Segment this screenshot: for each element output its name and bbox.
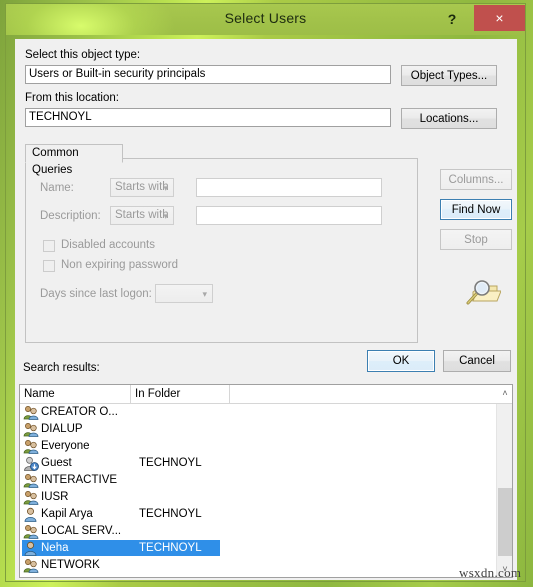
row-name: Kapil Arya xyxy=(41,508,93,520)
column-header-name[interactable]: Name xyxy=(20,385,131,403)
columns-button[interactable]: Columns... xyxy=(440,169,512,190)
description-operator-value: Starts with xyxy=(115,209,169,221)
search-results-label: Search results: xyxy=(23,362,100,374)
name-label: Name: xyxy=(40,182,74,194)
description-operator-select[interactable]: Starts with ▾ xyxy=(110,206,174,225)
scrollbar-thumb[interactable] xyxy=(498,488,512,556)
non-expiring-password-label: Non expiring password xyxy=(61,259,178,271)
chevron-down-icon: ▾ xyxy=(202,289,207,299)
table-row[interactable]: Kapil Arya TECHNOYL xyxy=(20,506,497,523)
row-name: LOCAL SERV... xyxy=(41,525,122,537)
list-header-row: Name In Folder xyxy=(20,385,512,404)
table-row[interactable]: IUSR xyxy=(20,489,497,506)
scroll-up-arrow[interactable]: ˄ xyxy=(497,385,512,401)
days-since-logon-label: Days since last logon: xyxy=(40,288,152,300)
stop-button[interactable]: Stop xyxy=(440,229,512,250)
table-row[interactable]: DIALUP xyxy=(20,421,497,438)
group-icon xyxy=(23,439,39,454)
ok-button[interactable]: OK xyxy=(367,350,435,372)
row-in-folder: TECHNOYL xyxy=(139,542,202,554)
name-value-input[interactable] xyxy=(196,178,382,197)
object-type-label: Select this object type: xyxy=(25,49,141,61)
table-row[interactable]: Everyone xyxy=(20,438,497,455)
table-row[interactable]: CREATOR O... xyxy=(20,404,497,421)
search-folder-icon xyxy=(461,276,502,310)
group-icon xyxy=(23,405,39,420)
table-row[interactable]: NETWORK xyxy=(20,557,497,574)
chevron-down-icon: ▾ xyxy=(163,211,168,221)
row-in-folder: TECHNOYL xyxy=(139,457,202,469)
tab-common-queries[interactable]: Common Queries xyxy=(25,144,123,176)
find-now-button[interactable]: Find Now xyxy=(440,199,512,220)
description-value-input[interactable] xyxy=(196,206,382,225)
location-input[interactable]: TECHNOYL xyxy=(25,108,391,127)
list-rows: CREATOR O... DIALUP Everyone Guest TECHNOYL I… xyxy=(20,404,497,574)
column-header-blank[interactable] xyxy=(230,385,497,403)
object-types-button[interactable]: Object Types... xyxy=(401,65,497,86)
table-row[interactable]: INTERACTIVE xyxy=(20,472,497,489)
group-icon xyxy=(23,422,39,437)
description-label: Description: xyxy=(40,210,101,222)
watermark: wsxdn.com xyxy=(459,565,522,580)
group-icon xyxy=(23,473,39,488)
location-label: From this location: xyxy=(25,92,119,104)
user-icon xyxy=(23,507,39,522)
row-name: CREATOR O... xyxy=(41,406,118,418)
name-operator-value: Starts with xyxy=(115,181,169,193)
disabled-accounts-checkbox[interactable] xyxy=(43,240,55,252)
group-icon xyxy=(23,524,39,539)
select-users-dialog: Select Users ? × Select this object type… xyxy=(5,3,526,582)
table-row[interactable]: Guest TECHNOYL xyxy=(20,455,497,472)
name-operator-select[interactable]: Starts with ▾ xyxy=(110,178,174,197)
table-row[interactable]: LOCAL SERV... xyxy=(20,523,497,540)
chevron-down-icon: ▾ xyxy=(163,183,168,193)
disabled-accounts-label: Disabled accounts xyxy=(61,239,155,251)
group-icon xyxy=(23,490,39,505)
row-name: IUSR xyxy=(41,491,69,503)
non-expiring-password-checkbox[interactable] xyxy=(43,260,55,272)
user-disabled-icon xyxy=(23,456,39,471)
object-type-input[interactable]: Users or Built-in security principals xyxy=(25,65,391,84)
cancel-button[interactable]: Cancel xyxy=(443,350,511,372)
row-name: Neha xyxy=(41,542,69,554)
group-icon xyxy=(23,558,39,573)
title-bar: Select Users ? × xyxy=(6,4,525,35)
column-header-in-folder[interactable]: In Folder xyxy=(131,385,230,403)
dialog-body: Select this object type: Users or Built-… xyxy=(15,39,517,580)
table-row[interactable]: Neha TECHNOYL xyxy=(20,540,497,557)
vertical-scrollbar[interactable]: ˄ ˅ xyxy=(496,388,512,577)
close-button[interactable]: × xyxy=(474,5,525,31)
row-name: INTERACTIVE xyxy=(41,474,118,486)
row-name: Guest xyxy=(41,457,72,469)
locations-button[interactable]: Locations... xyxy=(401,108,497,129)
help-button[interactable]: ? xyxy=(441,8,463,30)
row-name: Everyone xyxy=(41,440,90,452)
row-name: DIALUP xyxy=(41,423,83,435)
row-in-folder: TECHNOYL xyxy=(139,508,202,520)
row-name: NETWORK xyxy=(41,559,100,571)
search-results-list[interactable]: Name In Folder CREATOR O... DIALUP Everyon… xyxy=(19,384,513,578)
days-since-logon-select[interactable]: ▾ xyxy=(155,284,213,303)
user-icon xyxy=(23,541,39,556)
